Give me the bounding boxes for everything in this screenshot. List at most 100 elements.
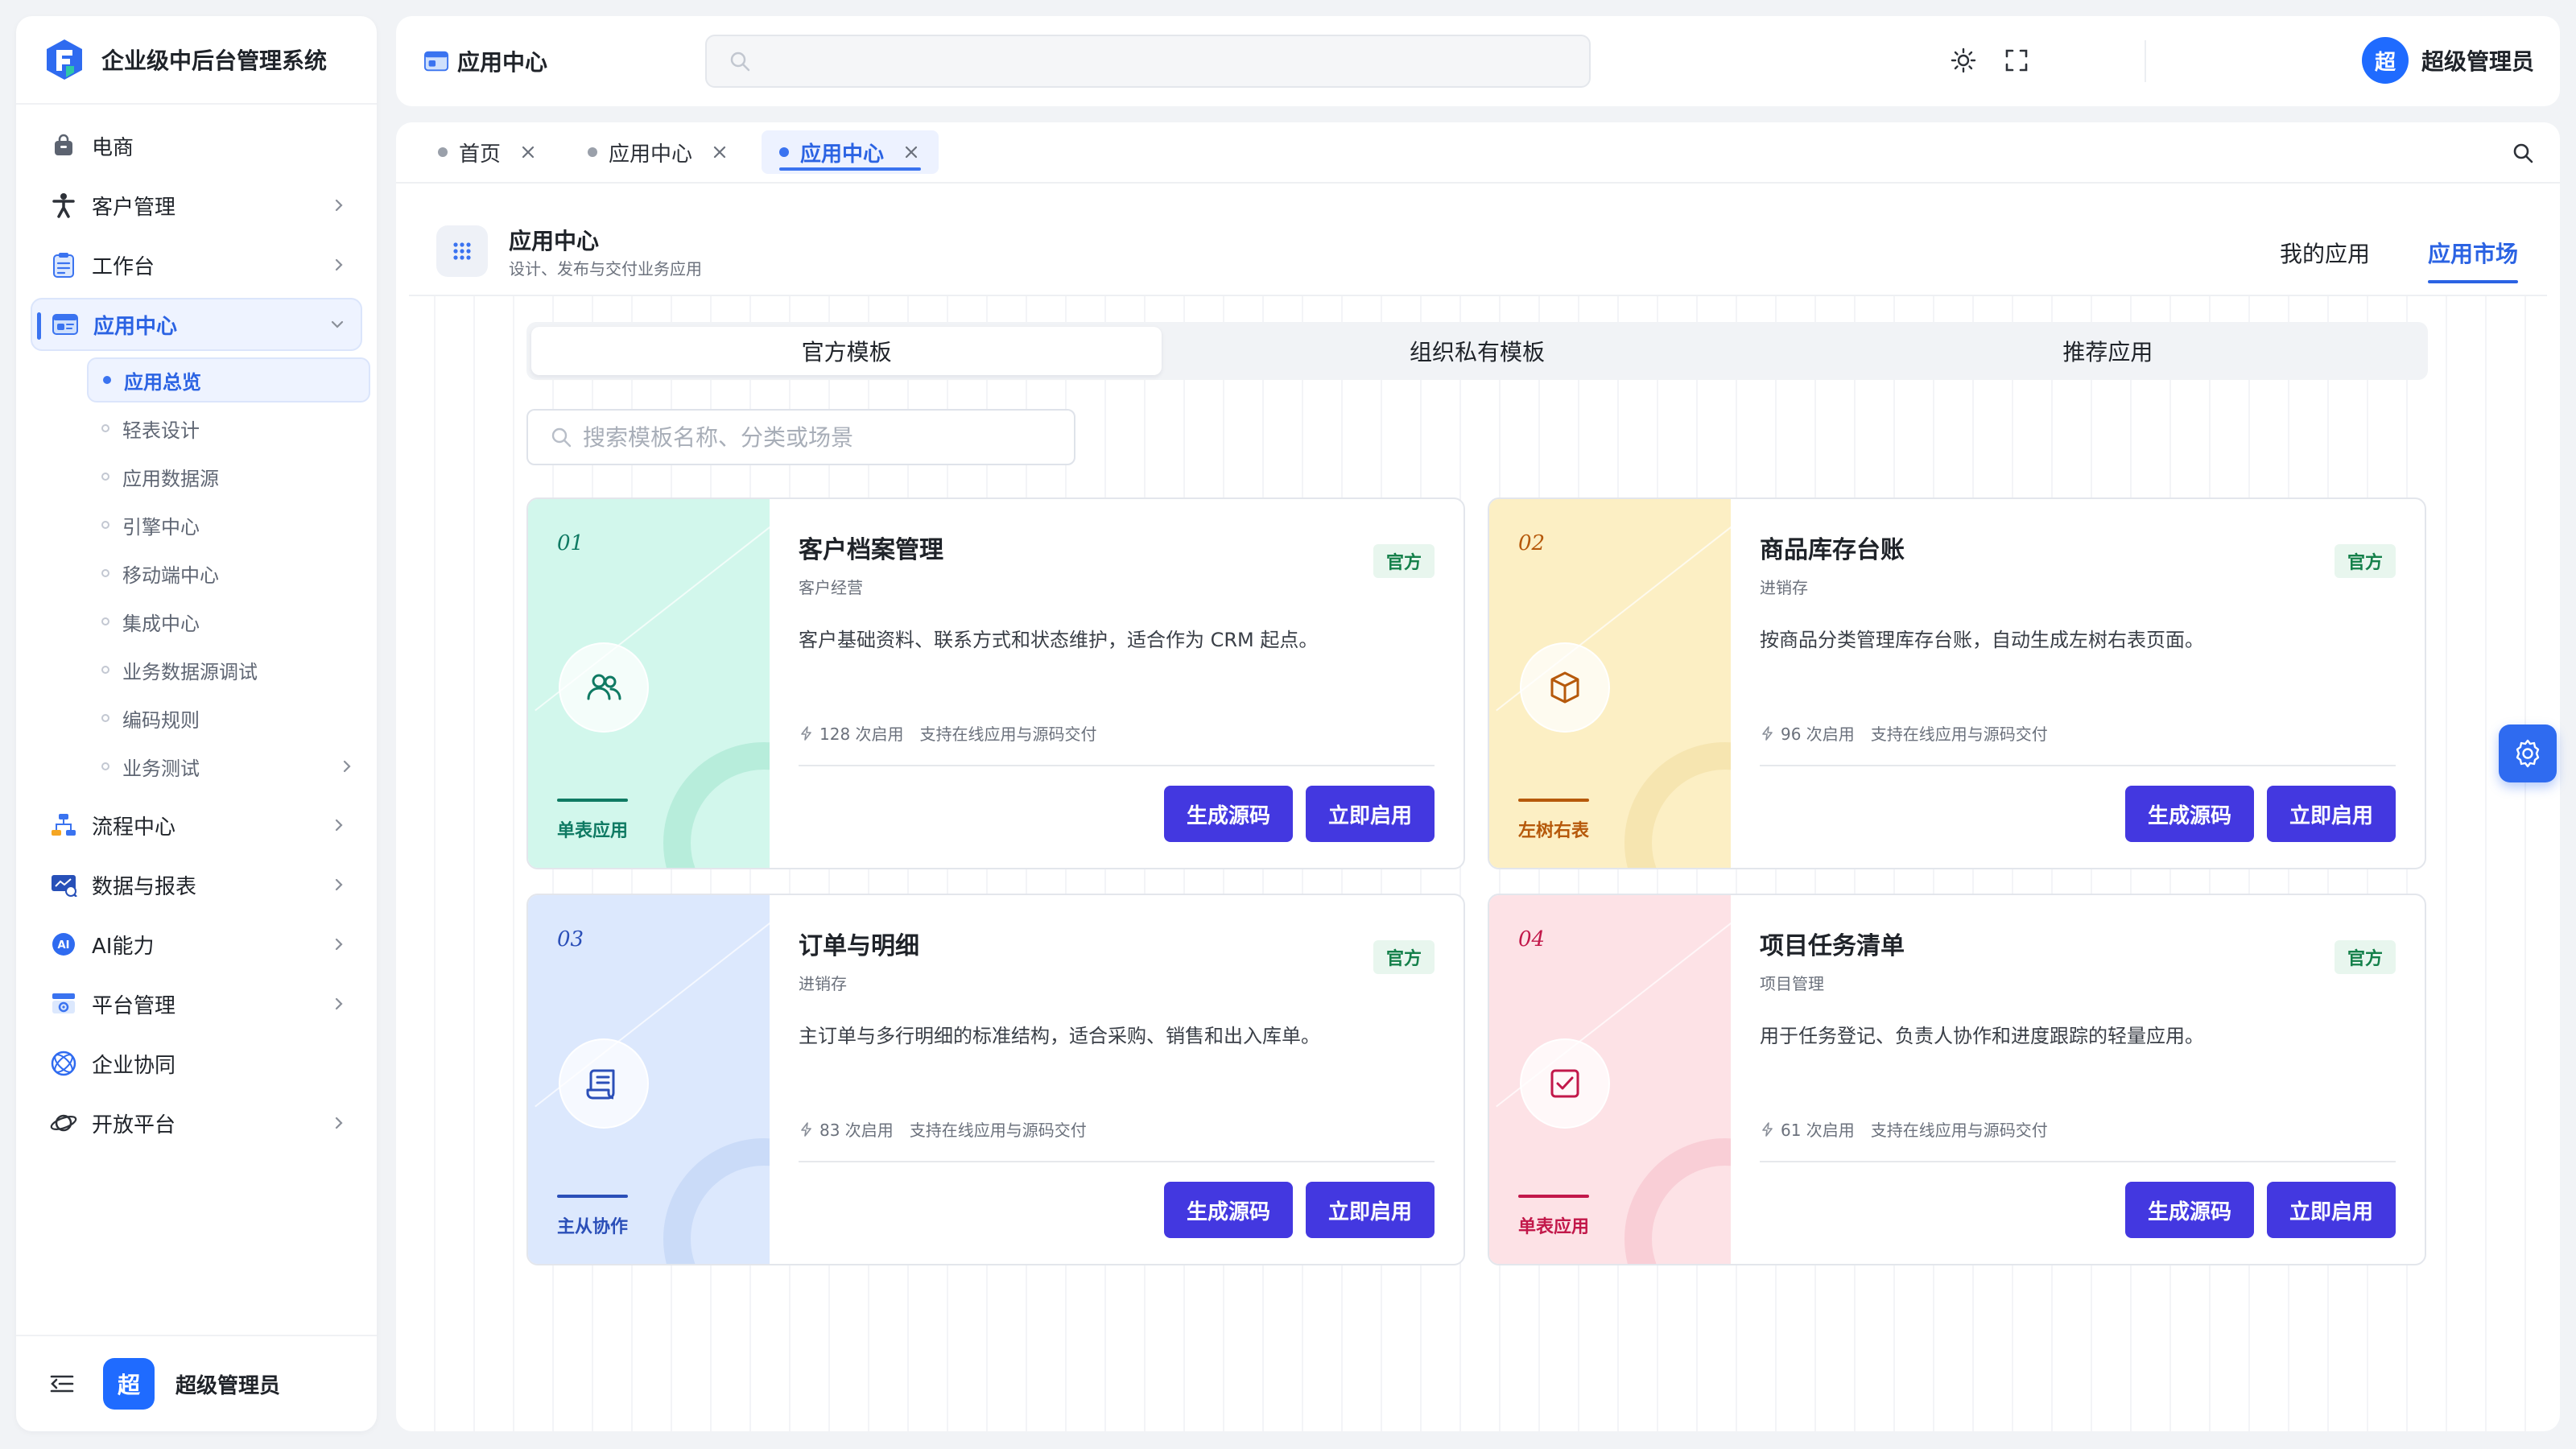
subnav-item-light-form[interactable]: 轻表设计 bbox=[87, 406, 370, 451]
template-card[interactable]: 01 单表应用 客户档案管理 客户经营 官方 客户基础资料、联系方式和状态维护，… bbox=[526, 497, 1465, 869]
tab-app-market[interactable]: 应用市场 bbox=[2427, 237, 2519, 283]
card-actions: 生成源码 立即启用 bbox=[2124, 1182, 2396, 1238]
collapse-menu-icon[interactable] bbox=[48, 1370, 76, 1397]
card-category: 进销存 bbox=[799, 974, 847, 993]
card-actions: 生成源码 立即启用 bbox=[1163, 786, 1435, 842]
subnav-item-label: 移动端中心 bbox=[122, 564, 219, 587]
subnav-item-datasource-debug[interactable]: 业务数据源调试 bbox=[87, 647, 370, 692]
tab-app-center-active[interactable]: 应用中心 bbox=[762, 130, 939, 174]
card-body: 订单与明细 进销存 官方 主订单与多行明细的标准结构，适合采购、销售和出入库单。… bbox=[770, 895, 1463, 1264]
card-feature: 支持在线应用与源码交付 bbox=[909, 1121, 1087, 1140]
subnav-item-app-overview[interactable]: 应用总览 bbox=[87, 357, 370, 402]
enable-now-button[interactable]: 立即启用 bbox=[2266, 786, 2396, 842]
enable-now-button[interactable]: 立即启用 bbox=[1305, 786, 1435, 842]
tab-home[interactable]: 首页 bbox=[420, 130, 555, 174]
divider bbox=[1760, 765, 2396, 766]
fullscreen-icon[interactable] bbox=[2003, 47, 2030, 74]
close-icon[interactable] bbox=[710, 142, 729, 162]
card-meta: 128 次启用 支持在线应用与源码交付 bbox=[799, 721, 1097, 745]
sidebar-item-collaboration[interactable]: 企业协同 bbox=[31, 1037, 362, 1090]
subnav-item-mobile-center[interactable]: 移动端中心 bbox=[87, 551, 370, 596]
sidebar-item-workbench[interactable]: 工作台 bbox=[31, 238, 362, 291]
tab-label: 应用中心 bbox=[609, 142, 693, 167]
card-number: 01 bbox=[557, 531, 584, 555]
header-title-text: 应用中心 bbox=[457, 49, 548, 76]
generate-source-button[interactable]: 生成源码 bbox=[1163, 786, 1293, 842]
gear-icon bbox=[2516, 739, 2540, 768]
bullet-icon bbox=[101, 666, 109, 674]
segment-recommended-apps[interactable]: 推荐应用 bbox=[1793, 327, 2423, 375]
tab-my-apps[interactable]: 我的应用 bbox=[2280, 237, 2370, 283]
segment-official-templates[interactable]: 官方模板 bbox=[531, 327, 1162, 375]
subnav-item-app-datasource[interactable]: 应用数据源 bbox=[87, 454, 370, 499]
report-screen-icon bbox=[48, 869, 79, 900]
global-search[interactable] bbox=[705, 35, 1591, 88]
subnav-item-engine-center[interactable]: 引擎中心 bbox=[87, 502, 370, 547]
card-banner: 03 主从协作 bbox=[528, 895, 770, 1264]
segment-org-private-templates[interactable]: 组织私有模板 bbox=[1162, 327, 1792, 375]
subnav-item-label: 业务数据源调试 bbox=[122, 660, 258, 683]
main-panel: 首页 应用中心 应用中心 应用中心 设计、发布与交付业务应用 我的应用 应用市场… bbox=[396, 122, 2560, 1431]
card-decoration bbox=[1624, 742, 1731, 868]
card-kind: 主从协作 bbox=[557, 1217, 629, 1237]
official-badge: 官方 bbox=[2334, 544, 2396, 578]
subnav-item-business-test[interactable]: 业务测试 bbox=[87, 744, 370, 789]
sidebar-footer: 超 超级管理员 bbox=[16, 1335, 377, 1431]
page-tabs-bar: 首页 应用中心 应用中心 bbox=[396, 122, 2560, 184]
generate-source-button[interactable]: 生成源码 bbox=[1163, 1182, 1293, 1238]
subnav-item-integration-center[interactable]: 集成中心 bbox=[87, 599, 370, 644]
card-usage: 128 次启用 bbox=[819, 724, 904, 744]
template-card[interactable]: 02 左树右表 商品库存台账 进销存 官方 按商品分类管理库存台账，自动生成左树… bbox=[1488, 497, 2426, 869]
sidebar-item-data-reports[interactable]: 数据与报表 bbox=[31, 858, 362, 911]
chevron-right-icon bbox=[343, 760, 351, 773]
card-meta: 96 次启用 支持在线应用与源码交付 bbox=[1760, 721, 2048, 745]
sidebar-item-ecommerce[interactable]: 电商 bbox=[31, 119, 362, 172]
enable-now-button[interactable]: 立即启用 bbox=[2266, 1182, 2396, 1238]
sidebar-item-workflow[interactable]: 流程中心 bbox=[31, 799, 362, 852]
settings-float-button[interactable] bbox=[2499, 724, 2557, 782]
subnav-item-label: 应用总览 bbox=[124, 370, 201, 394]
brand-logo bbox=[47, 39, 82, 80]
avatar: 超 bbox=[2361, 37, 2409, 84]
tab-app-center[interactable]: 应用中心 bbox=[570, 130, 747, 174]
card-title: 客户档案管理 bbox=[799, 536, 943, 564]
theme-sun-icon[interactable] bbox=[1950, 47, 1977, 74]
bullet-icon bbox=[101, 473, 109, 481]
sidebar-item-open-platform[interactable]: 开放平台 bbox=[31, 1096, 362, 1150]
card-feature: 支持在线应用与源码交付 bbox=[919, 724, 1097, 744]
card-meta: 83 次启用 支持在线应用与源码交付 bbox=[799, 1117, 1087, 1141]
bolt-icon bbox=[1762, 725, 1773, 741]
template-card[interactable]: 03 主从协作 订单与明细 进销存 官方 主订单与多行明细的标准结构，适合采购、… bbox=[526, 894, 1465, 1265]
card-title: 订单与明细 bbox=[799, 932, 919, 960]
generate-source-button[interactable]: 生成源码 bbox=[2124, 786, 2254, 842]
sidebar-item-customers[interactable]: 客户管理 bbox=[31, 179, 362, 232]
card-usage: 83 次启用 bbox=[819, 1121, 894, 1140]
official-badge: 官方 bbox=[1373, 940, 1435, 974]
card-category: 项目管理 bbox=[1760, 974, 1824, 993]
header-actions bbox=[1950, 47, 2030, 74]
app-market-content: 官方模板 组织私有模板 推荐应用 01 单表应用 客户档案管理 客户经营 bbox=[396, 296, 2560, 1431]
users-icon bbox=[559, 642, 649, 733]
header-user[interactable]: 超 超级管理员 bbox=[2361, 37, 2534, 84]
sidebar-item-ai[interactable]: AI AI能力 bbox=[31, 918, 362, 971]
page-subtitle: 设计、发布与交付业务应用 bbox=[509, 259, 702, 279]
page-title: 应用中心 bbox=[509, 228, 600, 254]
close-icon[interactable] bbox=[902, 142, 921, 162]
enable-now-button[interactable]: 立即启用 bbox=[1305, 1182, 1435, 1238]
subnav-item-code-rules[interactable]: 编码规则 bbox=[87, 696, 370, 741]
search-icon[interactable] bbox=[2510, 140, 2536, 166]
template-card[interactable]: 04 单表应用 项目任务清单 项目管理 官方 用于任务登记、负责人协作和进度跟踪… bbox=[1488, 894, 2426, 1265]
sidebar-item-app-center[interactable]: 应用中心 bbox=[31, 298, 362, 351]
top-header: 应用中心 超 超级管理员 bbox=[396, 16, 2560, 106]
close-icon[interactable] bbox=[518, 142, 538, 162]
official-badge: 官方 bbox=[1373, 544, 1435, 578]
global-search-input[interactable] bbox=[763, 50, 1589, 72]
template-search-input[interactable] bbox=[583, 423, 1074, 451]
sidebar-item-platform[interactable]: 平台管理 bbox=[31, 977, 362, 1030]
subnav-item-label: 业务测试 bbox=[122, 757, 200, 780]
generate-source-button[interactable]: 生成源码 bbox=[2124, 1182, 2254, 1238]
sidebar-nav: 电商 客户管理 工作台 应用中心 应用总览 轻表设计 应用数据源 引擎中心 移动… bbox=[16, 105, 377, 1150]
receipt-icon bbox=[559, 1038, 649, 1129]
avatar[interactable]: 超 bbox=[103, 1358, 155, 1410]
template-search[interactable] bbox=[526, 409, 1075, 465]
